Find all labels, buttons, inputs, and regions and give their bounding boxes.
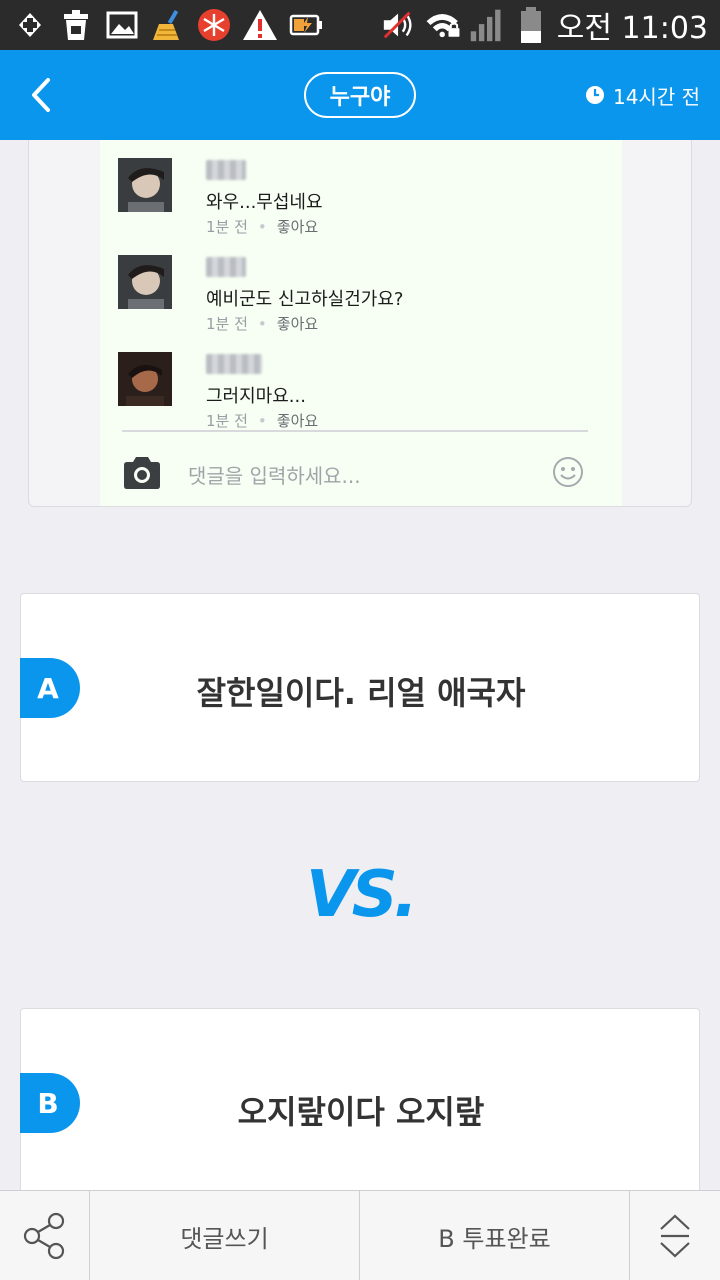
trash-can-icon: [58, 7, 94, 43]
embedded-screenshot: 와우...무섭네요 1분 전 • 좋아요 예비군도 신고하실건가요? 1분 전 …: [100, 140, 622, 506]
comment-input-placeholder: 댓글을 입력하세요...: [188, 464, 361, 488]
like-link: 좋아요: [276, 315, 319, 333]
share-button[interactable]: [0, 1191, 90, 1280]
comment-item: 그러지마요... 1분 전 • 좋아요: [118, 352, 598, 442]
post-time: 14시간 전: [585, 80, 700, 110]
warning-icon: [242, 7, 278, 43]
comment-text: 그러지마요...: [206, 386, 306, 407]
clock-icon: [585, 86, 604, 104]
wifi-lock-icon: [425, 7, 461, 43]
camera-icon: [124, 457, 160, 489]
smiley-icon: [553, 457, 583, 487]
up-down-arrows-icon: [660, 1214, 690, 1258]
status-time: 오전 11:03: [556, 11, 708, 46]
battery-icon: [513, 7, 549, 43]
post-image-card: 와우...무섭네요 1분 전 • 좋아요 예비군도 신고하실건가요? 1분 전 …: [28, 140, 692, 507]
comment-text: 와우...무섭네요: [206, 192, 323, 213]
blurred-username: [206, 257, 246, 277]
separator-dot: •: [257, 217, 267, 236]
mute-icon: [381, 7, 417, 43]
status-bar: 오전 11:03: [0, 0, 720, 50]
avatar: [118, 158, 172, 212]
avatar: [118, 255, 172, 309]
back-button[interactable]: [18, 72, 64, 118]
divider: [122, 430, 588, 432]
post-time-label: 14시간 전: [612, 84, 700, 109]
vs-label: VS.: [306, 858, 418, 932]
vote-status-button[interactable]: B 투표완료: [360, 1191, 630, 1280]
vote-option-a[interactable]: A 잘한일이다. 리얼 애국자: [20, 593, 700, 782]
option-b-text: 오지랖이다 오지랖: [237, 1093, 485, 1131]
comment-text: 예비군도 신고하실건가요?: [206, 289, 404, 310]
comment-time: 1분 전: [206, 218, 248, 236]
comment-time: 1분 전: [206, 412, 248, 430]
comment-time: 1분 전: [206, 315, 248, 333]
like-link: 좋아요: [276, 218, 319, 236]
back-chevron-icon: [32, 78, 50, 112]
comment-item: 와우...무섭네요 1분 전 • 좋아요: [118, 158, 598, 248]
vote-option-b[interactable]: B 오지랖이다 오지랖: [20, 1008, 700, 1193]
snowflake-app-icon: [196, 7, 232, 43]
image-icon: [104, 7, 140, 43]
app-bar: 누구야 14시간 전: [0, 50, 720, 140]
write-comment-button[interactable]: 댓글쓰기: [90, 1191, 360, 1280]
separator-dot: •: [257, 411, 267, 430]
option-a-text: 잘한일이다. 리얼 애국자: [196, 674, 526, 712]
comment-meta: 1분 전 • 좋아요: [206, 313, 318, 334]
comment-meta: 1분 전 • 좋아요: [206, 216, 318, 237]
blurred-username: [206, 354, 262, 374]
avatar: [118, 352, 172, 406]
like-link: 좋아요: [276, 412, 319, 430]
comment-meta: 1분 전 • 좋아요: [206, 410, 318, 431]
bottom-action-bar: 댓글쓰기 B 투표완료: [0, 1190, 720, 1280]
share-icon: [23, 1212, 64, 1260]
medical-cross-icon: [12, 7, 48, 43]
category-title-pill[interactable]: 누구야: [304, 72, 416, 118]
scroll-updown-button[interactable]: [630, 1191, 720, 1280]
broom-cleaner-icon: [150, 7, 186, 43]
battery-charging-icon: [288, 7, 324, 43]
signal-icon: [469, 7, 505, 43]
blurred-username: [206, 160, 246, 180]
comment-item: 예비군도 신고하실건가요? 1분 전 • 좋아요: [118, 255, 598, 345]
separator-dot: •: [257, 314, 267, 333]
